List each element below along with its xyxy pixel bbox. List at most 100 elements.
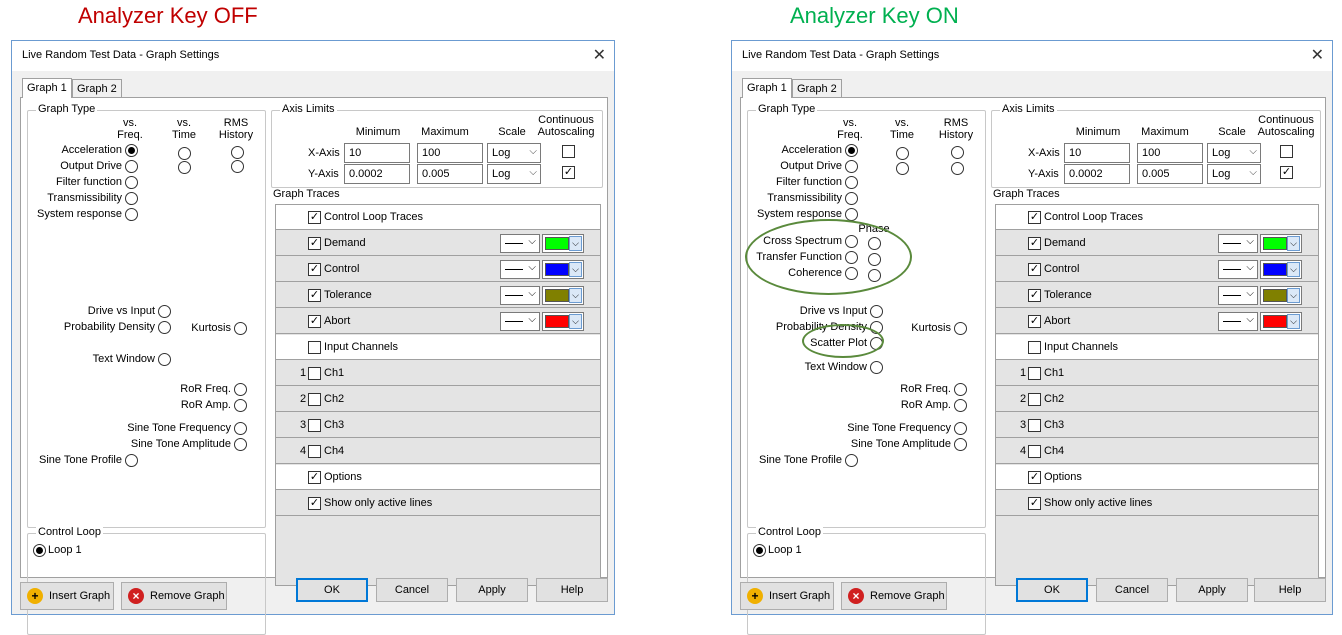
tolerance-color-select[interactable]: ⌵	[542, 286, 584, 305]
radio-output-drive-rms[interactable]	[231, 160, 244, 173]
radio-drive-vs-input[interactable]	[870, 305, 883, 318]
radio-acceleration-time[interactable]	[896, 147, 909, 160]
insert-graph-button[interactable]: + Insert Graph	[740, 582, 834, 610]
radio-text-window[interactable]	[870, 361, 883, 374]
checkbox-ch2[interactable]	[308, 393, 321, 406]
ok-button[interactable]: OK	[296, 578, 368, 602]
radio-kurtosis[interactable]	[954, 322, 967, 335]
cancel-button[interactable]: Cancel	[1096, 578, 1168, 602]
ok-button[interactable]: OK	[1016, 578, 1088, 602]
abort-color-select[interactable]: ⌵	[542, 312, 584, 331]
abort-color-select[interactable]: ⌵	[1260, 312, 1302, 331]
checkbox-ch4[interactable]	[308, 445, 321, 458]
radio-system-response[interactable]	[125, 208, 138, 221]
checkbox-show-only-active[interactable]: ✓	[1028, 497, 1041, 510]
checkbox-options[interactable]: ✓	[308, 471, 321, 484]
help-button[interactable]: Help	[1254, 578, 1326, 602]
tolerance-color-select[interactable]: ⌵	[1260, 286, 1302, 305]
radio-sine-tone-profile[interactable]	[845, 454, 858, 467]
remove-graph-button[interactable]: × Remove Graph	[121, 582, 227, 610]
checkbox-ch3[interactable]	[308, 419, 321, 432]
help-button[interactable]: Help	[536, 578, 608, 602]
radio-acceleration-rms[interactable]	[231, 146, 244, 159]
y-axis-max-input[interactable]: 0.005	[1137, 164, 1203, 184]
radio-acceleration-freq[interactable]	[125, 144, 138, 157]
checkbox-ch2[interactable]	[1028, 393, 1041, 406]
control-color-select[interactable]: ⌵	[1260, 260, 1302, 279]
x-axis-scale-select[interactable]: Log ⌵	[1207, 143, 1261, 163]
tolerance-line-style-select[interactable]: ⌵	[500, 286, 540, 305]
checkbox-input-channels[interactable]	[1028, 341, 1041, 354]
radio-ror-freq[interactable]	[234, 383, 247, 396]
radio-filter-function[interactable]	[125, 176, 138, 189]
radio-output-drive-freq[interactable]	[125, 160, 138, 173]
y-axis-min-input[interactable]: 0.0002	[1064, 164, 1130, 184]
radio-drive-vs-input[interactable]	[158, 305, 171, 318]
y-axis-scale-select[interactable]: Log ⌵	[1207, 164, 1261, 184]
checkbox-ch1[interactable]	[308, 367, 321, 380]
insert-graph-button[interactable]: + Insert Graph	[20, 582, 114, 610]
tab-graph-2[interactable]: Graph 2	[792, 79, 842, 98]
x-axis-autoscale-checkbox[interactable]	[562, 145, 575, 158]
cancel-button[interactable]: Cancel	[376, 578, 448, 602]
radio-transmissibility[interactable]	[125, 192, 138, 205]
radio-sine-tone-amplitude[interactable]	[234, 438, 247, 451]
checkbox-ch3[interactable]	[1028, 419, 1041, 432]
checkbox-abort[interactable]: ✓	[308, 315, 321, 328]
checkbox-demand[interactable]: ✓	[1028, 237, 1041, 250]
radio-output-drive-rms[interactable]	[951, 162, 964, 175]
radio-kurtosis[interactable]	[234, 322, 247, 335]
radio-output-drive-time[interactable]	[178, 161, 191, 174]
checkbox-abort[interactable]: ✓	[1028, 315, 1041, 328]
checkbox-control[interactable]: ✓	[1028, 263, 1041, 276]
checkbox-tolerance[interactable]: ✓	[1028, 289, 1041, 302]
tab-graph-1[interactable]: Graph 1	[742, 78, 792, 98]
checkbox-options[interactable]: ✓	[1028, 471, 1041, 484]
radio-sine-tone-profile[interactable]	[125, 454, 138, 467]
radio-sine-tone-amplitude[interactable]	[954, 438, 967, 451]
radio-ror-amp[interactable]	[234, 399, 247, 412]
x-axis-autoscale-checkbox[interactable]	[1280, 145, 1293, 158]
apply-button[interactable]: Apply	[1176, 578, 1248, 602]
radio-sine-tone-frequency[interactable]	[234, 422, 247, 435]
radio-output-drive-freq[interactable]	[845, 160, 858, 173]
x-axis-min-input[interactable]: 10	[344, 143, 410, 163]
tab-graph-2[interactable]: Graph 2	[72, 79, 122, 98]
checkbox-ch4[interactable]	[1028, 445, 1041, 458]
radio-acceleration-freq[interactable]	[845, 144, 858, 157]
checkbox-input-channels[interactable]	[308, 341, 321, 354]
demand-color-select[interactable]: ⌵	[1260, 234, 1302, 253]
tolerance-line-style-select[interactable]: ⌵	[1218, 286, 1258, 305]
tab-graph-1[interactable]: Graph 1	[22, 78, 72, 98]
demand-line-style-select[interactable]: ⌵	[1218, 234, 1258, 253]
radio-transmissibility[interactable]	[845, 192, 858, 205]
checkbox-tolerance[interactable]: ✓	[308, 289, 321, 302]
checkbox-ch1[interactable]	[1028, 367, 1041, 380]
control-line-style-select[interactable]: ⌵	[500, 260, 540, 279]
x-axis-max-input[interactable]: 100	[417, 143, 483, 163]
x-axis-min-input[interactable]: 10	[1064, 143, 1130, 163]
radio-loop-1[interactable]	[33, 544, 46, 557]
x-axis-scale-select[interactable]: Log ⌵	[487, 143, 541, 163]
radio-acceleration-rms[interactable]	[951, 146, 964, 159]
control-color-select[interactable]: ⌵	[542, 260, 584, 279]
radio-sine-tone-frequency[interactable]	[954, 422, 967, 435]
radio-text-window[interactable]	[158, 353, 171, 366]
y-axis-max-input[interactable]: 0.005	[417, 164, 483, 184]
checkbox-control-loop-traces[interactable]: ✓	[1028, 211, 1041, 224]
checkbox-control-loop-traces[interactable]: ✓	[308, 211, 321, 224]
y-axis-autoscale-checkbox[interactable]: ✓	[1280, 166, 1293, 179]
radio-acceleration-time[interactable]	[178, 147, 191, 160]
radio-filter-function[interactable]	[845, 176, 858, 189]
radio-output-drive-time[interactable]	[896, 162, 909, 175]
apply-button[interactable]: Apply	[456, 578, 528, 602]
demand-line-style-select[interactable]: ⌵	[500, 234, 540, 253]
radio-loop-1[interactable]	[753, 544, 766, 557]
close-icon[interactable]: ✕	[593, 45, 606, 65]
checkbox-show-only-active[interactable]: ✓	[308, 497, 321, 510]
y-axis-min-input[interactable]: 0.0002	[344, 164, 410, 184]
checkbox-control[interactable]: ✓	[308, 263, 321, 276]
x-axis-max-input[interactable]: 100	[1137, 143, 1203, 163]
radio-ror-amp[interactable]	[954, 399, 967, 412]
control-line-style-select[interactable]: ⌵	[1218, 260, 1258, 279]
